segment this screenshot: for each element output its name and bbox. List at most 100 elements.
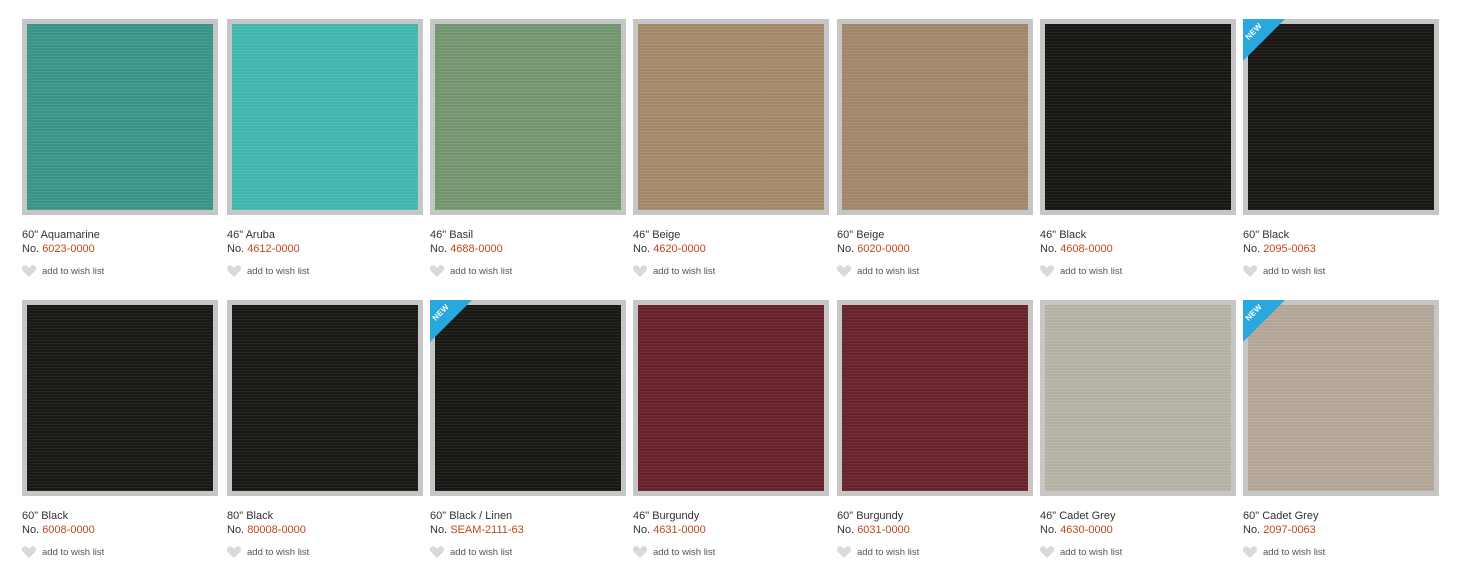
fabric-swatch <box>27 305 213 491</box>
swatch-image[interactable] <box>1040 19 1236 215</box>
product-name[interactable]: 46" Aruba <box>227 228 423 242</box>
number-label: No. <box>430 243 448 255</box>
heart-icon <box>430 265 444 277</box>
wish-list-label: add to wish list <box>450 265 513 277</box>
add-to-wish-list-button[interactable]: add to wish list <box>633 546 829 558</box>
product-name[interactable]: 80" Black <box>227 509 423 523</box>
add-to-wish-list-button[interactable]: add to wish list <box>227 546 423 558</box>
swatch-image[interactable] <box>837 19 1033 215</box>
fabric-swatch <box>27 24 213 210</box>
product-number-link[interactable]: 2095-0063 <box>1263 243 1316 255</box>
product-number-link[interactable]: 4612-0000 <box>247 243 300 255</box>
fabric-swatch <box>232 305 418 491</box>
add-to-wish-list-button[interactable]: add to wish list <box>633 265 829 277</box>
product-number-link[interactable]: 2097-0063 <box>1263 524 1316 536</box>
swatch-image[interactable]: NEW <box>430 300 626 496</box>
number-label: No. <box>1243 243 1261 255</box>
add-to-wish-list-button[interactable]: add to wish list <box>22 265 218 277</box>
product-name[interactable]: 46" Cadet Grey <box>1040 509 1236 523</box>
product-number: No. 80008-0000 <box>227 523 423 538</box>
product-card: 60" Burgundy No. 6031-0000 add to wish lis… <box>837 300 1033 558</box>
product-number-link[interactable]: 6031-0000 <box>857 524 910 536</box>
fabric-swatch <box>1045 305 1231 491</box>
product-number-link[interactable]: 4620-0000 <box>653 243 706 255</box>
wish-list-label: add to wish list <box>653 265 716 277</box>
swatch-image[interactable] <box>633 300 829 496</box>
number-label: No. <box>227 524 245 536</box>
product-number: No. 4631-0000 <box>633 523 829 538</box>
add-to-wish-list-button[interactable]: add to wish list <box>837 546 1033 558</box>
product-number-link[interactable]: 4630-0000 <box>1060 524 1113 536</box>
swatch-image[interactable] <box>430 19 626 215</box>
product-number-link[interactable]: SEAM-2111-63 <box>450 524 524 536</box>
swatch-image[interactable] <box>22 19 218 215</box>
swatch-image[interactable] <box>1040 300 1236 496</box>
product-number: No. 6023-0000 <box>22 242 218 257</box>
product-name[interactable]: 46" Burgundy <box>633 509 829 523</box>
product-name[interactable]: 60" Black / Linen <box>430 509 626 523</box>
product-name[interactable]: 46" Black <box>1040 228 1236 242</box>
add-to-wish-list-button[interactable]: add to wish list <box>1243 546 1439 558</box>
swatch-image[interactable]: NEW <box>1243 300 1439 496</box>
heart-icon <box>22 265 36 277</box>
product-name[interactable]: 46" Beige <box>633 228 829 242</box>
add-to-wish-list-button[interactable]: add to wish list <box>430 546 626 558</box>
add-to-wish-list-button[interactable]: add to wish list <box>22 546 218 558</box>
product-name[interactable]: 60" Burgundy <box>837 509 1033 523</box>
product-card: 46" Basil No. 4688-0000 add to wish list <box>430 19 626 277</box>
product-number: No. 4608-0000 <box>1040 242 1236 257</box>
add-to-wish-list-button[interactable]: add to wish list <box>430 265 626 277</box>
product-number: No. 4630-0000 <box>1040 523 1236 538</box>
product-number-link[interactable]: 6008-0000 <box>42 524 95 536</box>
add-to-wish-list-button[interactable]: add to wish list <box>837 265 1033 277</box>
number-label: No. <box>633 243 651 255</box>
product-name[interactable]: 60" Beige <box>837 228 1033 242</box>
product-number: No. 4620-0000 <box>633 242 829 257</box>
product-number-link[interactable]: 6020-0000 <box>857 243 910 255</box>
swatch-image[interactable] <box>227 300 423 496</box>
swatch-image[interactable] <box>227 19 423 215</box>
product-name[interactable]: 60" Black <box>1243 228 1439 242</box>
swatch-image[interactable]: NEW <box>1243 19 1439 215</box>
product-number-link[interactable]: 6023-0000 <box>42 243 95 255</box>
product-card: 46" Burgundy No. 4631-0000 add to wish lis… <box>633 300 829 558</box>
swatch-image[interactable] <box>837 300 1033 496</box>
number-label: No. <box>22 243 40 255</box>
add-to-wish-list-button[interactable]: add to wish list <box>1243 265 1439 277</box>
product-name[interactable]: 60" Cadet Grey <box>1243 509 1439 523</box>
wish-list-label: add to wish list <box>450 546 513 558</box>
number-label: No. <box>1040 524 1058 536</box>
product-card: 80" Black No. 80008-0000 add to wish list <box>227 300 423 558</box>
wish-list-label: add to wish list <box>247 546 310 558</box>
wish-list-label: add to wish list <box>247 265 310 277</box>
fabric-swatch <box>435 24 621 210</box>
wish-list-label: add to wish list <box>1060 546 1123 558</box>
product-number-link[interactable]: 80008-0000 <box>247 524 306 536</box>
wish-list-label: add to wish list <box>653 546 716 558</box>
product-card: 46" Cadet Grey No. 4630-0000 add to wish l… <box>1040 300 1236 558</box>
number-label: No. <box>837 243 855 255</box>
product-name[interactable]: 46" Basil <box>430 228 626 242</box>
heart-icon <box>633 546 647 558</box>
product-name[interactable]: 60" Aquamarine <box>22 228 218 242</box>
product-card: 60" Black No. 6008-0000 add to wish list <box>22 300 218 558</box>
wish-list-label: add to wish list <box>1060 265 1123 277</box>
product-number-link[interactable]: 4631-0000 <box>653 524 706 536</box>
product-card: 60" Aquamarine No. 6023-0000 add to wish l… <box>22 19 218 277</box>
swatch-image[interactable] <box>22 300 218 496</box>
product-grid: 60" Aquamarine No. 6023-0000 add to wish l… <box>0 0 1462 577</box>
product-number: No. 2095-0063 <box>1243 242 1439 257</box>
product-name[interactable]: 60" Black <box>22 509 218 523</box>
heart-icon <box>1040 265 1054 277</box>
product-number-link[interactable]: 4608-0000 <box>1060 243 1113 255</box>
product-number: No. 6020-0000 <box>837 242 1033 257</box>
swatch-image[interactable] <box>633 19 829 215</box>
product-number: No. 4612-0000 <box>227 242 423 257</box>
heart-icon <box>837 265 851 277</box>
heart-icon <box>633 265 647 277</box>
product-number: No. SEAM-2111-63 <box>430 523 626 538</box>
product-number-link[interactable]: 4688-0000 <box>450 243 503 255</box>
add-to-wish-list-button[interactable]: add to wish list <box>1040 546 1236 558</box>
add-to-wish-list-button[interactable]: add to wish list <box>1040 265 1236 277</box>
add-to-wish-list-button[interactable]: add to wish list <box>227 265 423 277</box>
